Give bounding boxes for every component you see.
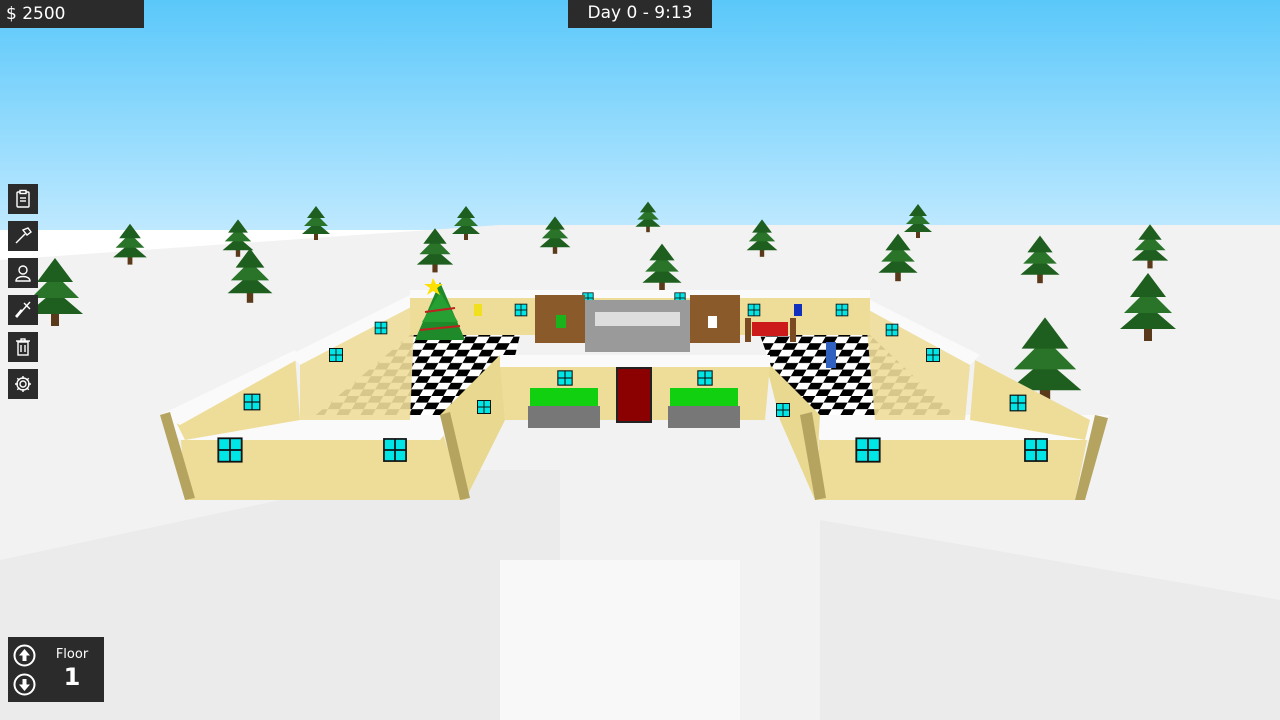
sky <box>0 0 1280 230</box>
money-value: $ 2500 <box>6 4 66 24</box>
clipboard-button[interactable] <box>8 184 38 214</box>
paint-brush-icon <box>15 301 31 319</box>
tool-sidebar <box>8 184 38 406</box>
clipboard-icon <box>16 189 30 208</box>
money-display: $ 2500 <box>0 0 144 28</box>
floor-selector: Floor 1 <box>8 637 104 702</box>
paint-button[interactable] <box>8 295 38 325</box>
gear-icon <box>15 376 31 392</box>
floor-down-button[interactable] <box>12 672 37 697</box>
arrow-down-circle-icon <box>13 673 36 696</box>
settings-button[interactable] <box>8 369 38 399</box>
trash-icon <box>16 338 30 356</box>
person-icon <box>15 265 31 282</box>
floor-number: 1 <box>63 663 81 691</box>
arrow-up-circle-icon <box>13 644 36 667</box>
day-time-display: Day 0 - 9:13 <box>568 0 712 28</box>
day-time-value: Day 0 - 9:13 <box>587 3 693 23</box>
build-button[interactable] <box>8 221 38 251</box>
staff-button[interactable] <box>8 258 38 288</box>
floor-up-button[interactable] <box>12 643 37 668</box>
game-viewport[interactable] <box>0 0 1280 720</box>
hammer-icon <box>15 227 32 244</box>
floor-label: Floor <box>55 647 89 662</box>
front-door <box>616 367 652 423</box>
delete-button[interactable] <box>8 332 38 362</box>
